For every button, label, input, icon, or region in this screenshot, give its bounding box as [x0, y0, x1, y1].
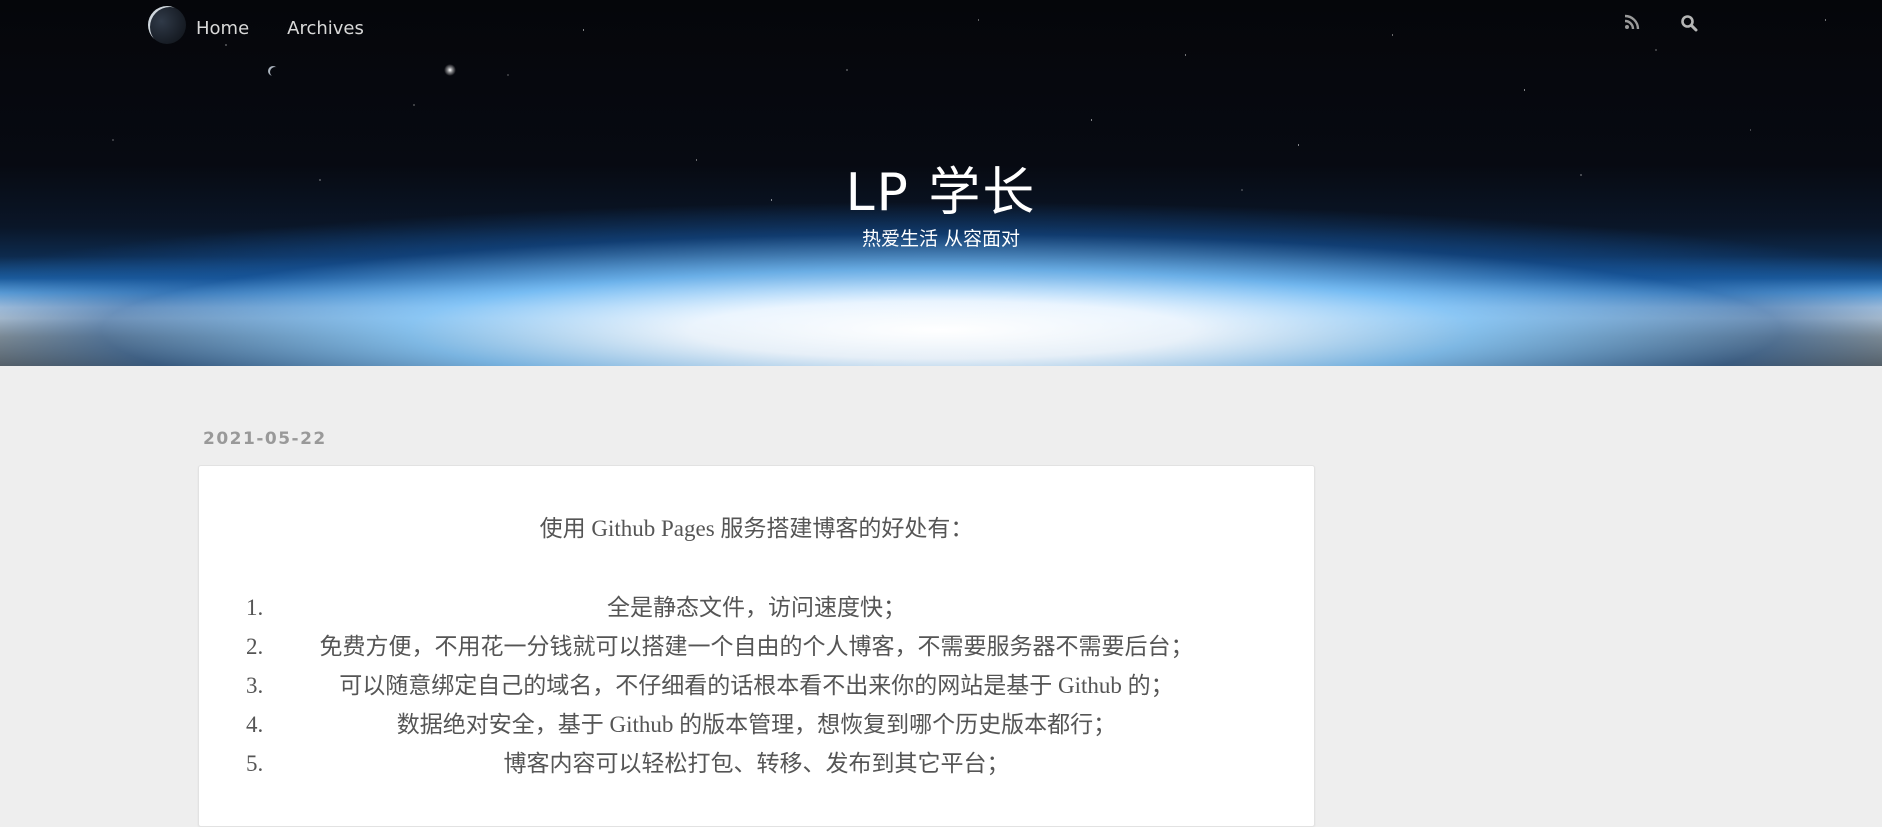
list-text: 免费方便，不用花一分钱就可以搭建一个自由的个人博客，不需要服务器不需要后台；	[319, 634, 1194, 659]
post-intro: 使用 Github Pages 服务搭建博客的好处有：	[539, 516, 974, 541]
nav-home-link[interactable]: Home	[196, 18, 249, 39]
main-nav: Home Archives	[196, 18, 364, 39]
small-moon-decoration	[268, 66, 278, 76]
list-item: 5. 博客内容可以轻松打包、转移、发布到其它平台；	[199, 744, 1314, 783]
list-text: 数据绝对安全，基于 Github 的版本管理，想恢复到哪个历史版本都行；	[396, 712, 1117, 737]
list-text: 全是静态文件，访问速度快；	[607, 595, 906, 620]
list-text: 博客内容可以轻松打包、转移、发布到其它平台；	[503, 751, 1010, 776]
site-title[interactable]: LP 学长	[0, 150, 1882, 225]
moon-decoration	[148, 6, 186, 44]
list-item: 2. 免费方便，不用花一分钱就可以搭建一个自由的个人博客，不需要服务器不需要后台…	[199, 627, 1314, 666]
list-text: 可以随意绑定自己的域名，不仔细看的话根本看不出来你的网站是基于 Github 的…	[339, 673, 1174, 698]
nav-archives-link[interactable]: Archives	[287, 18, 364, 39]
post-date[interactable]: 2021-05-22	[203, 429, 327, 449]
site-banner: Home Archives LP 学长 热爱生活 从容面对	[0, 0, 1882, 366]
nav-icons	[1624, 14, 1698, 32]
benefits-list: 1. 全是静态文件，访问速度快； 2. 免费方便，不用花一分钱就可以搭建一个自由…	[199, 588, 1314, 783]
search-icon[interactable]	[1680, 14, 1698, 32]
post-card: 使用 Github Pages 服务搭建博客的好处有： 1. 全是静态文件，访问…	[198, 465, 1315, 827]
list-item: 4. 数据绝对安全，基于 Github 的版本管理，想恢复到哪个历史版本都行；	[199, 705, 1314, 744]
list-item: 3. 可以随意绑定自己的域名，不仔细看的话根本看不出来你的网站是基于 Githu…	[199, 666, 1314, 705]
star-decoration	[444, 64, 456, 76]
rss-icon[interactable]	[1624, 14, 1642, 32]
list-item: 1. 全是静态文件，访问速度快；	[199, 588, 1314, 627]
site-subtitle: 热爱生活 从容面对	[861, 228, 1021, 250]
